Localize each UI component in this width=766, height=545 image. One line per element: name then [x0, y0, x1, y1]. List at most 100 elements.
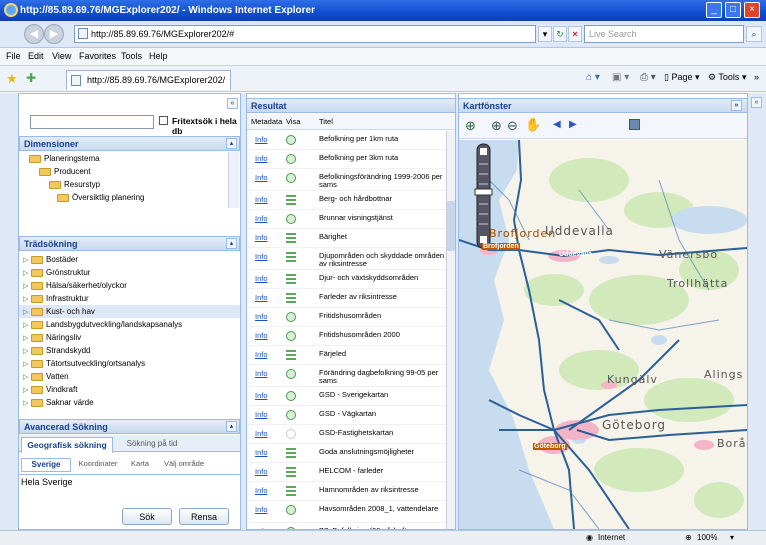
layer-lines-icon[interactable]: [286, 195, 296, 205]
info-link[interactable]: Info: [255, 369, 268, 378]
layer-circle-icon[interactable]: [286, 391, 296, 401]
layer-circle-icon[interactable]: [286, 505, 296, 515]
result-row[interactable]: Info HELCOM - farleder: [247, 463, 446, 482]
layer-circle-icon[interactable]: [286, 312, 296, 322]
result-row[interactable]: Info Berg- och hårdbottnar: [247, 191, 446, 210]
close-button[interactable]: ×: [744, 2, 760, 18]
prev-extent-icon[interactable]: ◀: [553, 119, 561, 130]
layer-lines-icon[interactable]: [286, 486, 296, 496]
column-visa[interactable]: Visa: [286, 114, 300, 129]
column-titel[interactable]: Titel: [319, 114, 333, 129]
result-row[interactable]: Info Färjeled: [247, 346, 446, 365]
result-row[interactable]: InfoB7: Befolkning (20+ år) efter: [247, 523, 446, 529]
result-row[interactable]: Info Havsområden 2008_1, vattendelare: [247, 501, 446, 523]
layer-circle-icon[interactable]: [286, 173, 296, 183]
stop-icon[interactable]: ×: [568, 26, 582, 42]
search-input[interactable]: Live Search: [584, 25, 744, 43]
tree-item[interactable]: ▷ Grönstruktur: [23, 266, 90, 279]
layer-lines-icon[interactable]: [286, 274, 296, 284]
tree-item[interactable]: ▷ Näringsliv: [23, 331, 81, 344]
print-icon[interactable]: ⎙ ▾: [640, 72, 656, 83]
menu-help[interactable]: Help: [149, 51, 168, 61]
pan-hand-icon[interactable]: ✋: [525, 117, 541, 133]
tools-menu[interactable]: ⚙ Tools ▾: [708, 72, 746, 83]
info-link[interactable]: Info: [255, 233, 268, 242]
tab-geografisk[interactable]: Geografisk sökning: [21, 437, 113, 453]
info-link[interactable]: Info: [255, 293, 268, 302]
menu-view[interactable]: View: [52, 51, 71, 61]
freetext-input[interactable]: [30, 115, 154, 129]
result-row[interactable]: Info Befolkning per 1km ruta: [247, 131, 446, 150]
page-menu[interactable]: ▯ Page ▾: [664, 72, 700, 83]
tree-item[interactable]: ▷ Landsbygdutveckling/landskapsanalys: [23, 318, 182, 331]
layer-lines-icon[interactable]: [286, 252, 296, 262]
dimension-item[interactable]: Resurstyp: [49, 178, 100, 191]
tree-item[interactable]: ▷ Hälsa/säkerhet/olyckor: [23, 279, 127, 292]
tree-item[interactable]: ▷ Bostäder: [23, 253, 78, 266]
info-link[interactable]: Info: [255, 467, 268, 476]
info-link[interactable]: Info: [255, 252, 268, 261]
info-link[interactable]: Info: [255, 429, 268, 438]
result-row[interactable]: Info Bärighet: [247, 229, 446, 248]
menu-favorites[interactable]: Favorites: [79, 51, 116, 61]
dimensions-collapse-icon[interactable]: ▴: [226, 138, 237, 149]
info-link[interactable]: Info: [255, 154, 268, 163]
layer-lines-icon[interactable]: [286, 350, 296, 360]
result-row[interactable]: Info Hamnområden av riksintresse: [247, 482, 446, 501]
left-collapse-icon[interactable]: «: [227, 98, 238, 109]
toolbar-overflow-icon[interactable]: »: [754, 72, 759, 82]
tree-item-selected[interactable]: ▷ Kust- och hav: [19, 305, 240, 318]
dimension-item[interactable]: Översiktlig planering: [57, 191, 144, 204]
clear-button[interactable]: Rensa: [179, 508, 229, 525]
layer-lines-icon[interactable]: [286, 233, 296, 243]
layer-blank-icon[interactable]: [286, 429, 296, 439]
info-link[interactable]: Info: [255, 312, 268, 321]
search-icon[interactable]: ⌕: [746, 26, 762, 42]
result-row[interactable]: Info Brunnar visningstjänst: [247, 210, 446, 229]
result-row[interactable]: Info GSD-Fastighetskartan: [247, 425, 446, 444]
layer-lines-icon[interactable]: [286, 467, 296, 477]
result-row[interactable]: Info Djur- och växtskyddsområden: [247, 270, 446, 289]
result-row[interactable]: Info Förändring dagbefolkning 99-05 per s…: [247, 365, 446, 387]
minimize-button[interactable]: _: [706, 2, 722, 18]
column-metadata[interactable]: Metadata: [251, 114, 282, 129]
right-edge-collapse-icon[interactable]: «: [751, 97, 762, 108]
layer-circle-icon[interactable]: [286, 369, 296, 379]
advanced-collapse-icon[interactable]: ▴: [226, 421, 237, 432]
tree-item[interactable]: ▷ Tätortsutveckling/ortsanalys: [23, 357, 145, 370]
tree-item[interactable]: ▷ Infrastruktur: [23, 292, 89, 305]
freetext-checkbox[interactable]: [159, 116, 168, 125]
map-collapse-icon[interactable]: »: [731, 100, 742, 111]
results-scrollbar[interactable]: [446, 131, 455, 529]
layer-circle-icon[interactable]: [286, 410, 296, 420]
subtab-sverige[interactable]: Sverige: [21, 458, 71, 472]
tree-collapse-icon[interactable]: ▴: [226, 238, 237, 249]
result-row[interactable]: Info Fritidshusområden: [247, 308, 446, 327]
menu-edit[interactable]: Edit: [28, 51, 44, 61]
result-row[interactable]: Info Goda anslutningsmöjligheter: [247, 444, 446, 463]
subtab-karta[interactable]: Karta: [125, 458, 155, 472]
result-row[interactable]: Info Farleder av riksintresse: [247, 289, 446, 308]
layer-lines-icon[interactable]: [286, 293, 296, 303]
zoom-dropdown-icon[interactable]: ▾: [730, 531, 734, 545]
next-extent-icon[interactable]: ▶: [569, 119, 577, 130]
result-row[interactable]: Info GSD - Vägkartan: [247, 406, 446, 425]
info-link[interactable]: Info: [255, 391, 268, 400]
info-tool-icon[interactable]: [629, 119, 640, 130]
feeds-icon[interactable]: ▣ ▾: [612, 72, 629, 83]
dimensions-scrollbar[interactable]: [228, 152, 239, 208]
back-button[interactable]: ◀: [24, 24, 44, 44]
info-link[interactable]: Info: [255, 214, 268, 223]
dimension-item[interactable]: Planeringstema: [29, 152, 100, 165]
browser-tab[interactable]: http://85.89.69.76/MGExplorer202/: [66, 70, 231, 90]
zoom-level[interactable]: 100%: [697, 531, 717, 545]
info-link[interactable]: Info: [255, 410, 268, 419]
home-icon[interactable]: ⌂ ▾: [586, 72, 600, 83]
layer-circle-icon[interactable]: [286, 331, 296, 341]
info-link[interactable]: Info: [255, 505, 268, 514]
info-link[interactable]: Info: [255, 350, 268, 359]
result-row[interactable]: Info Befolkningsförändring 1999-2006 per …: [247, 169, 446, 191]
map-canvas[interactable]: Brofjorden Uddevalla Vänersbo Trollhätta…: [458, 139, 748, 530]
layer-lines-icon[interactable]: [286, 448, 296, 458]
tree-item[interactable]: ▷ Vatten: [23, 370, 69, 383]
